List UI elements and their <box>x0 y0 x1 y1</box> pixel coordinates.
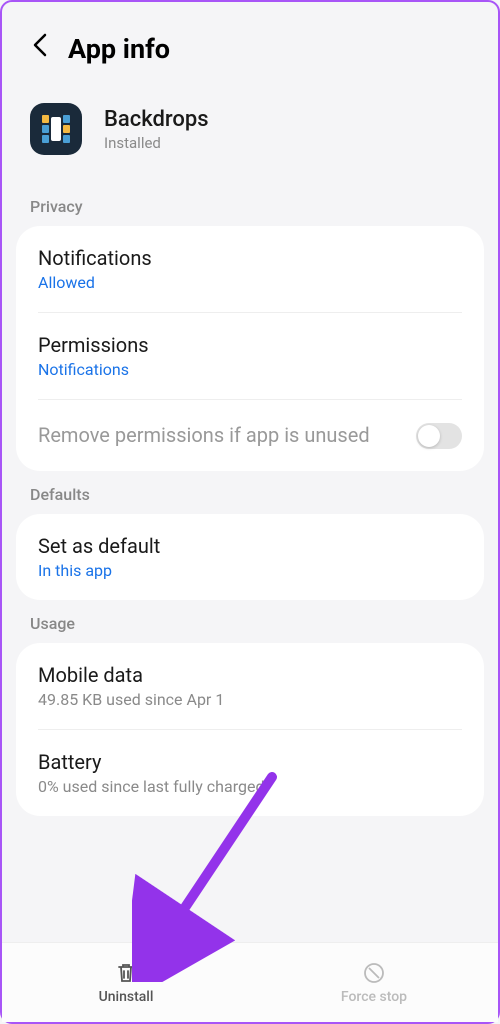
app-header-row: Backdrops Installed <box>2 85 498 183</box>
set-default-item[interactable]: Set as default In this app <box>16 514 484 600</box>
battery-title: Battery <box>38 750 264 774</box>
toggle-thumb <box>418 425 440 447</box>
remove-unused-item[interactable]: Remove permissions if app is unused <box>16 400 484 471</box>
page-title: App info <box>68 33 170 65</box>
notifications-value: Allowed <box>38 273 152 292</box>
app-name: Backdrops <box>104 107 209 132</box>
notifications-title: Notifications <box>38 246 152 270</box>
app-status: Installed <box>104 134 209 152</box>
force-stop-button[interactable]: Force stop <box>250 943 498 1022</box>
mobile-data-value: 49.85 KB used since Apr 1 <box>38 690 224 709</box>
uninstall-label: Uninstall <box>99 989 154 1005</box>
battery-value: 0% used since last fully charged <box>38 777 264 796</box>
set-default-title: Set as default <box>38 534 160 558</box>
set-default-value: In this app <box>38 561 160 580</box>
permissions-item[interactable]: Permissions Notifications <box>16 313 484 399</box>
app-icon <box>30 103 82 155</box>
permissions-title: Permissions <box>38 333 149 357</box>
permissions-value: Notifications <box>38 360 149 379</box>
toggle-switch[interactable] <box>416 423 462 449</box>
section-label-defaults: Defaults <box>2 471 498 514</box>
force-stop-label: Force stop <box>341 989 407 1005</box>
notifications-item[interactable]: Notifications Allowed <box>16 226 484 312</box>
trash-icon <box>114 961 138 985</box>
mobile-data-title: Mobile data <box>38 663 224 687</box>
remove-unused-title: Remove permissions if app is unused <box>38 422 416 449</box>
back-icon[interactable] <box>30 32 50 65</box>
uninstall-button[interactable]: Uninstall <box>2 943 250 1022</box>
stop-icon <box>362 961 386 985</box>
section-label-usage: Usage <box>2 600 498 643</box>
section-label-privacy: Privacy <box>2 183 498 226</box>
mobile-data-item[interactable]: Mobile data 49.85 KB used since Apr 1 <box>16 643 484 729</box>
battery-item[interactable]: Battery 0% used since last fully charged <box>16 730 484 816</box>
